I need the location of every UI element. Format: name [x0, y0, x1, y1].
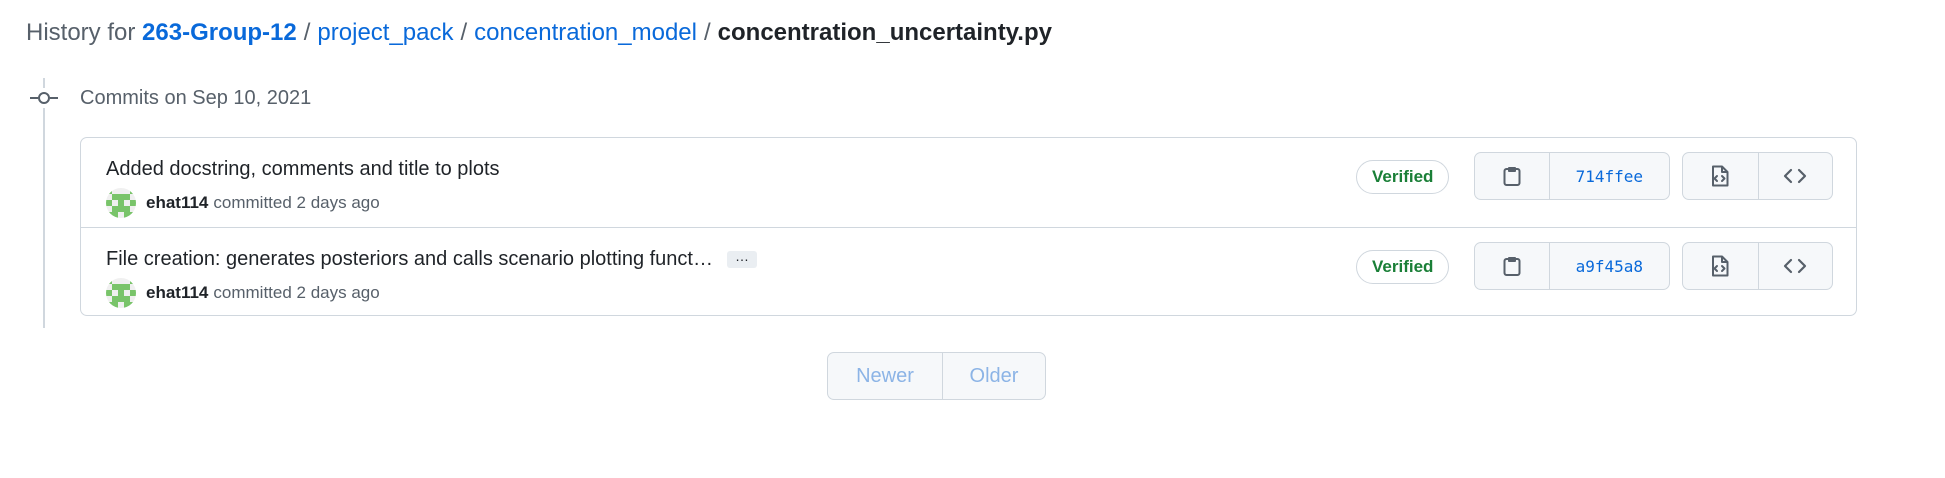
commits-date-heading: Commits on Sep 10, 2021 — [80, 87, 312, 109]
commit-message-link[interactable]: Added docstring, comments and title to p… — [106, 155, 500, 183]
path-link-concentration-model[interactable]: concentration_model — [474, 19, 697, 46]
commit-list: Added docstring, comments and title to p… — [80, 137, 1857, 316]
commit-meta: ehat114 committed 2 days ago — [106, 188, 380, 218]
browse-button-group — [1682, 152, 1833, 200]
commit-meta: ehat114 committed 2 days ago — [106, 278, 380, 308]
avatar[interactable] — [106, 188, 136, 218]
commit-action: committed — [213, 283, 292, 302]
commit-time: 2 days ago — [296, 193, 380, 212]
commit-row: File creation: generates posteriors and … — [81, 227, 1856, 316]
commit-sha-link[interactable]: 714ffee — [1548, 153, 1669, 199]
view-file-at-commit-button[interactable] — [1683, 243, 1758, 289]
history-prefix: History for — [26, 19, 136, 46]
path-link-project-pack[interactable]: project_pack — [317, 19, 453, 46]
commit-author-link[interactable]: ehat114 — [146, 281, 208, 305]
pagination: Newer Older — [827, 352, 1046, 400]
current-file-name: concentration_uncertainty.py — [717, 19, 1052, 46]
copy-sha-button[interactable] — [1475, 153, 1549, 199]
commit-row: Added docstring, comments and title to p… — [81, 138, 1856, 227]
browse-button-group — [1682, 242, 1833, 290]
clipboard-icon — [1503, 257, 1521, 276]
commit-history-page: History for 263-Group-12/project_pack / co… — [0, 0, 1945, 478]
verified-badge[interactable]: Verified — [1356, 250, 1450, 284]
clipboard-icon — [1503, 167, 1521, 186]
commit-author-link[interactable]: ehat114 — [146, 191, 208, 215]
code-icon — [1784, 258, 1807, 274]
repo-link[interactable]: 263-Group-12 — [142, 19, 297, 46]
commit-action: committed — [213, 193, 292, 212]
copy-sha-button[interactable] — [1475, 243, 1549, 289]
commit-message-link[interactable]: File creation: generates posteriors and … — [106, 245, 713, 273]
view-file-at-commit-button[interactable] — [1683, 153, 1758, 199]
expand-message-button[interactable]: … — [726, 249, 757, 268]
commit-time: 2 days ago — [296, 283, 380, 302]
path-separator: / — [303, 19, 311, 46]
sha-button-group: a9f45a8 — [1474, 242, 1670, 290]
verified-badge[interactable]: Verified — [1356, 160, 1450, 194]
browse-repo-at-commit-button[interactable] — [1757, 153, 1833, 199]
commit-sha-link[interactable]: a9f45a8 — [1548, 243, 1669, 289]
git-commit-icon — [30, 88, 58, 108]
older-button[interactable]: Older — [942, 353, 1045, 399]
newer-button[interactable]: Newer — [828, 353, 942, 399]
file-code-icon — [1712, 165, 1729, 187]
sha-button-group: 714ffee — [1474, 152, 1670, 200]
page-title: History for 263-Group-12/project_pack / co… — [26, 16, 1052, 50]
path-separator: / — [703, 19, 711, 46]
file-code-icon — [1712, 255, 1729, 277]
code-icon — [1784, 168, 1807, 184]
avatar[interactable] — [106, 278, 136, 308]
commit-title[interactable]: Added docstring, comments and title to p… — [106, 155, 500, 183]
commit-title[interactable]: File creation: generates posteriors and … — [106, 245, 757, 273]
browse-repo-at-commit-button[interactable] — [1757, 243, 1833, 289]
timeline-line — [43, 78, 45, 328]
path-separator: / — [460, 19, 468, 46]
